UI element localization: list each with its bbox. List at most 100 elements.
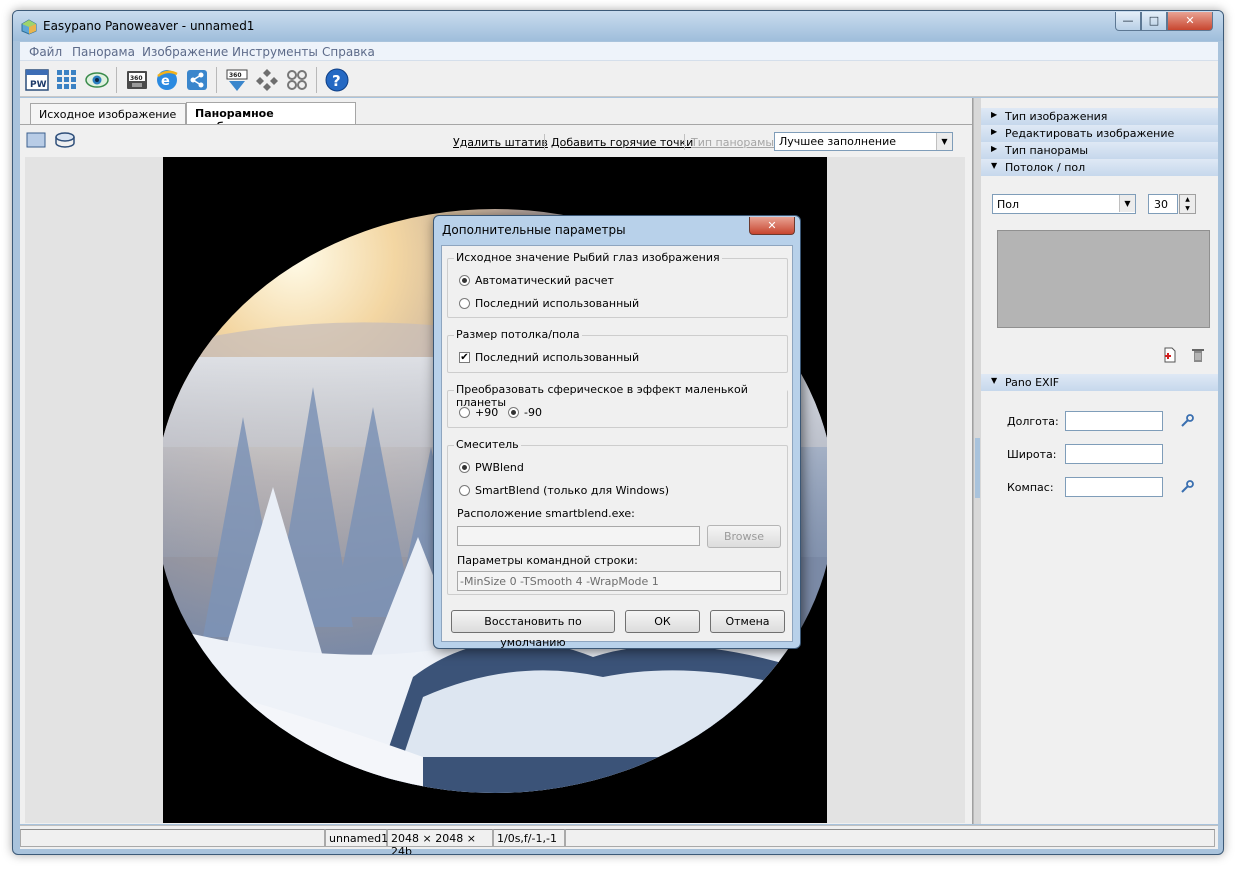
dialog-body: Исходное значение Рыбий глаз изображения…: [441, 245, 793, 649]
chevron-down-icon: ▼: [936, 133, 952, 150]
grid-icon[interactable]: [54, 67, 80, 93]
ok-button[interactable]: ОК: [625, 610, 700, 633]
link-separator: [684, 134, 685, 150]
section-pano-type[interactable]: ▶ Тип панорамы: [981, 142, 1218, 159]
smartblend-path-input[interactable]: [457, 526, 700, 546]
flat-view-icon[interactable]: [26, 132, 46, 148]
help-icon[interactable]: ?: [324, 67, 350, 93]
app-logo-icon: [21, 19, 37, 35]
ceiling-group-title: Размер потолка/пола: [454, 328, 582, 341]
add-file-icon[interactable]: [1162, 347, 1178, 363]
maximize-button[interactable]: □: [1141, 12, 1167, 31]
section-label: Потолок / пол: [1005, 161, 1086, 174]
pick-location-icon[interactable]: [1179, 413, 1195, 429]
cancel-button[interactable]: Отмена: [710, 610, 785, 633]
toolbar-separator: [216, 67, 217, 93]
restore-defaults-button[interactable]: Восстановить по умолчанию: [451, 610, 615, 649]
eye-icon[interactable]: [84, 67, 110, 93]
little-planet-group: Преобразовать сферическое в эффект мален…: [447, 383, 788, 428]
menu-tools[interactable]: Инструменты: [232, 45, 318, 59]
add-hotspots-link[interactable]: Добавить горячие точки: [551, 136, 693, 149]
latitude-input[interactable]: [1065, 444, 1163, 464]
blender-group-title: Смеситель: [454, 438, 521, 451]
section-image-type[interactable]: ▶ Тип изображения: [981, 108, 1218, 125]
plus90-radio[interactable]: [459, 407, 470, 418]
ceiling-last-used-checkbox[interactable]: ✔: [459, 352, 470, 363]
section-label: Редактировать изображение: [1005, 127, 1175, 140]
close-button[interactable]: ✕: [1167, 12, 1213, 31]
collapse-arrow-icon: ▼: [991, 161, 998, 170]
pano-type-link[interactable]: Тип панорамы: [691, 136, 774, 149]
stitch-icon[interactable]: [254, 67, 280, 93]
floor-preview-box: [997, 230, 1210, 328]
last-used-label: Последний использованный: [475, 297, 640, 310]
toolbar-separator: [316, 67, 317, 93]
trash-icon[interactable]: [1190, 347, 1206, 363]
browse-button[interactable]: Browse: [707, 525, 781, 548]
remove-tripod-link[interactable]: Удалить штатив: [453, 136, 548, 149]
section-pano-exif[interactable]: ▼ Pano EXIF: [981, 374, 1218, 391]
dialog-close-button[interactable]: ✕: [749, 217, 795, 235]
menu-help[interactable]: Справка: [322, 45, 375, 59]
floor-select[interactable]: Пол ▼: [992, 194, 1136, 214]
menu-file[interactable]: Файл: [29, 45, 62, 59]
360-export-icon[interactable]: 360: [124, 67, 150, 93]
section-label: Тип изображения: [1005, 110, 1108, 123]
expand-arrow-icon: ▶: [991, 144, 998, 153]
longitude-input[interactable]: [1065, 411, 1163, 431]
auto-calc-label: Автоматический расчет: [475, 274, 614, 287]
blender-group: Смеситель PWBlend SmartBlend (только для…: [447, 438, 788, 595]
svg-text:?: ?: [332, 72, 341, 90]
svg-text:360: 360: [229, 72, 242, 79]
360-batch-icon[interactable]: 360: [224, 67, 250, 93]
cylinder-view-icon[interactable]: [54, 131, 76, 149]
section-label: Тип панорамы: [1005, 144, 1089, 157]
minimize-button[interactable]: —: [1115, 12, 1141, 31]
floor-size-stepper[interactable]: ▲ ▼: [1179, 194, 1196, 214]
plus90-label: +90: [475, 406, 499, 419]
smartblend-radio[interactable]: [459, 485, 470, 496]
section-edit-image[interactable]: ▶ Редактировать изображение: [981, 125, 1218, 142]
dialog-title: Дополнительные параметры: [442, 223, 626, 237]
expand-arrow-icon: ▶: [991, 127, 998, 136]
pw-icon[interactable]: PW: [24, 67, 50, 93]
status-cell-empty: [20, 829, 325, 847]
title-bar[interactable]: Easypano Panoweaver - unnamed1 — □ ✕: [13, 11, 1223, 41]
cmdline-input[interactable]: -MinSize 0 -TSmooth 4 -WrapMode 1: [457, 571, 781, 591]
smartblend-label: SmartBlend (только для Windows): [475, 484, 670, 497]
ceiling-last-used-label: Последний использованный: [475, 351, 640, 364]
cmdline-label: Параметры командной строки:: [457, 554, 638, 567]
last-used-radio[interactable]: [459, 298, 470, 309]
share-icon[interactable]: [184, 67, 210, 93]
splitter-handle[interactable]: [975, 438, 980, 498]
chevron-down-icon: ▼: [1119, 195, 1135, 212]
tab-source-image[interactable]: Исходное изображение: [30, 103, 186, 124]
little-planet-group-title: Преобразовать сферическое в эффект мален…: [454, 383, 787, 409]
smartblend-location-label: Расположение smartblend.exe:: [457, 507, 635, 520]
right-panel: ▶ Тип изображения ▶ Редактировать изображе…: [981, 98, 1218, 824]
svg-text:PW: PW: [30, 80, 47, 90]
toolbar-separator: [116, 67, 117, 93]
section-label: Pano EXIF: [1005, 376, 1060, 389]
menu-panorama[interactable]: Панорама: [72, 45, 135, 59]
minus90-label: -90: [524, 406, 542, 419]
tab-panorama-image[interactable]: Панорамное изображение: [186, 102, 356, 133]
floor-size-input[interactable]: 30: [1148, 194, 1178, 214]
panel-splitter[interactable]: [973, 98, 981, 824]
ie-publish-icon[interactable]: e: [154, 67, 180, 93]
svg-text:360: 360: [130, 75, 143, 82]
menu-image[interactable]: Изображение: [142, 45, 228, 59]
fill-mode-select[interactable]: Лучшее заполнение ▼: [774, 132, 953, 151]
batch-stitch-icon[interactable]: [284, 67, 310, 93]
minus90-radio[interactable]: [508, 407, 519, 418]
pwblend-radio[interactable]: [459, 462, 470, 473]
advanced-settings-dialog: Дополнительные параметры ✕ Исходное знач…: [433, 215, 801, 649]
auto-calc-radio[interactable]: [459, 275, 470, 286]
compass-input[interactable]: [1065, 477, 1163, 497]
pick-compass-icon[interactable]: [1179, 479, 1195, 495]
status-image-dimensions: 2048 × 2048 × 24b: [387, 829, 493, 854]
link-separator: [544, 134, 545, 150]
status-lens-info: 1/0s,f/-1,-1: [493, 829, 565, 847]
latitude-label: Широта:: [1007, 448, 1057, 461]
section-ceiling-floor[interactable]: ▼ Потолок / пол: [981, 159, 1218, 176]
